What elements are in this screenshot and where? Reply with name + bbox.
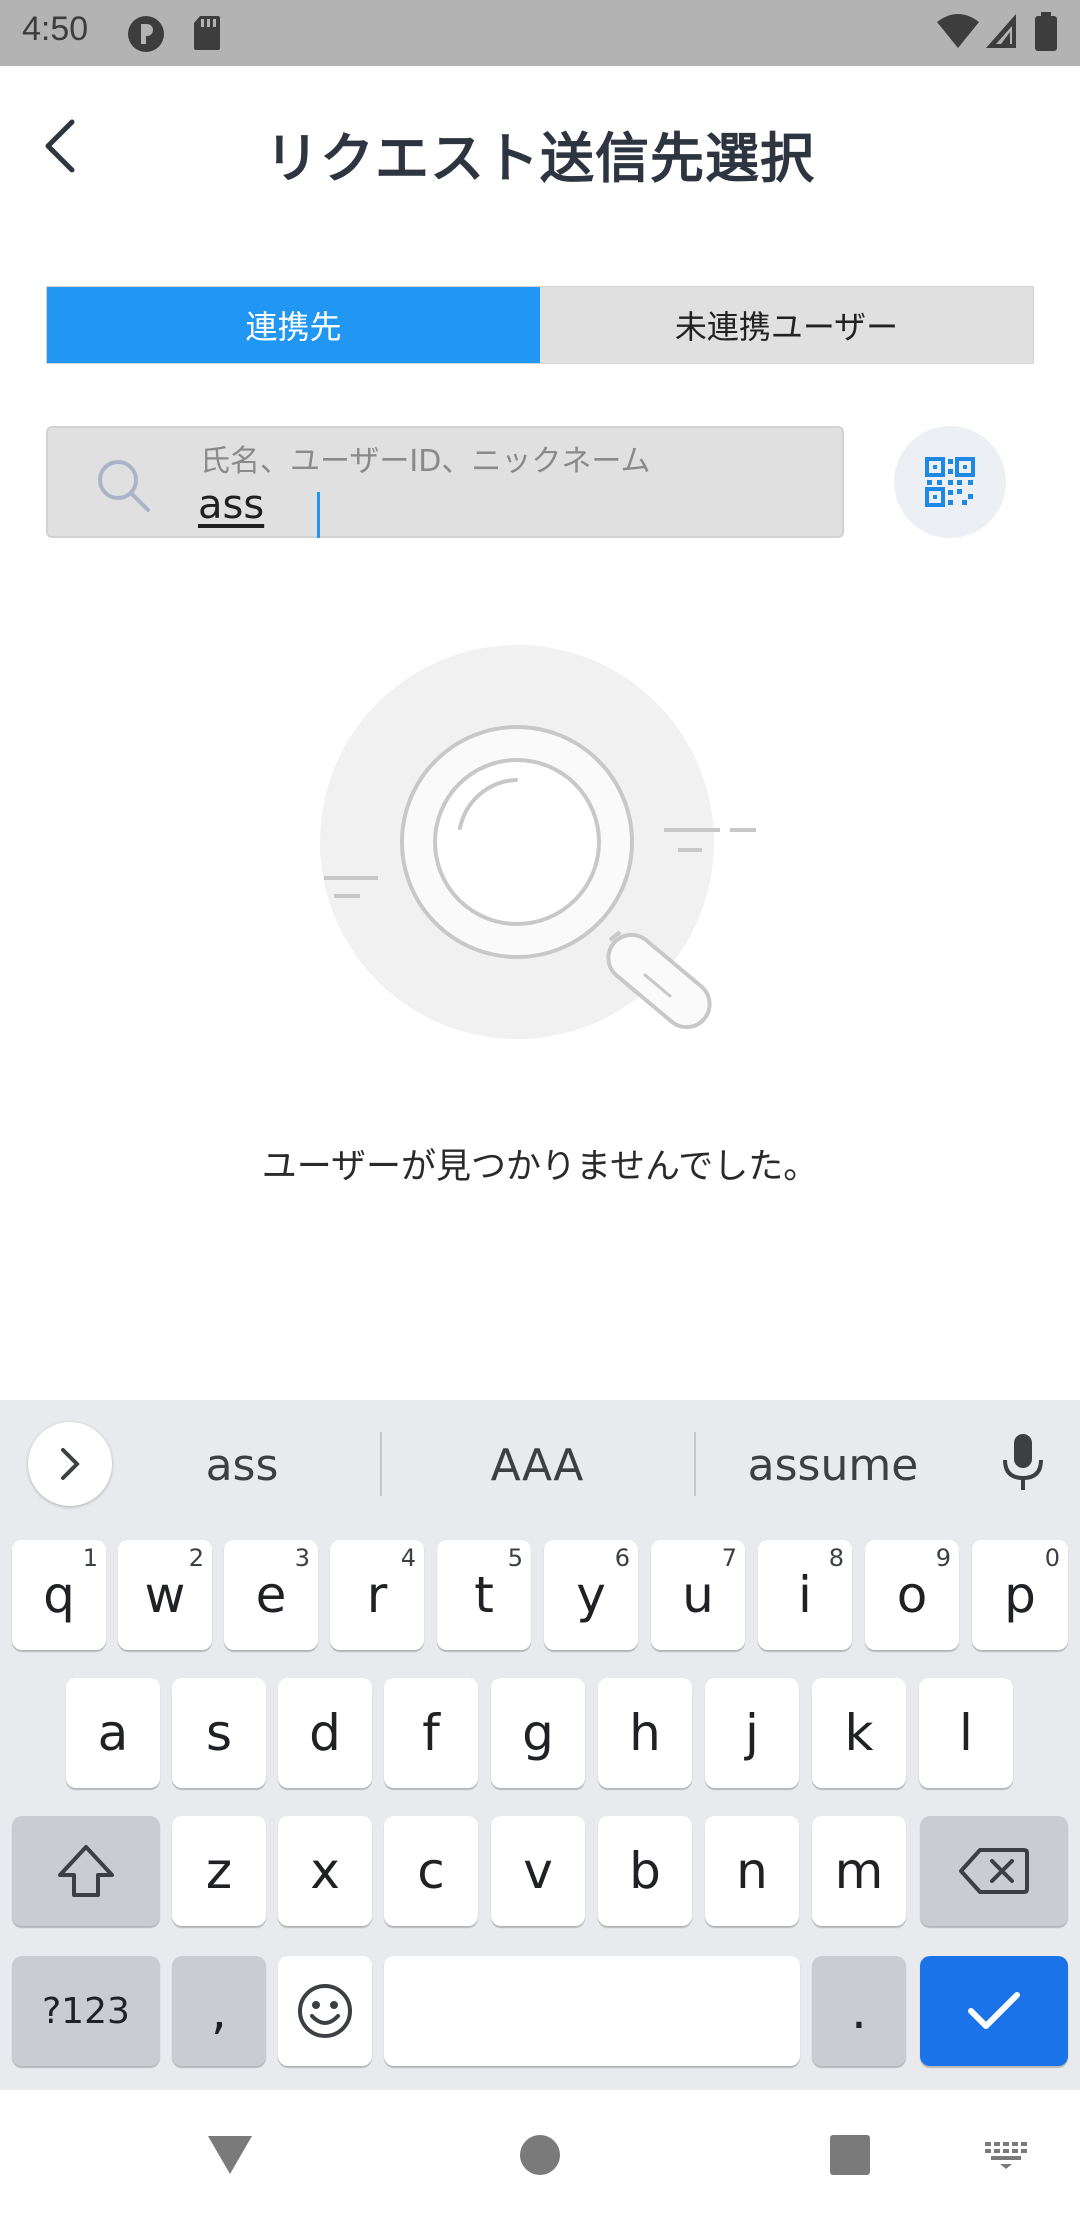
screen: 4:50 リクエスト送信先選択 連携先 未連携ユーザー 氏名、ユーザーID、ニッ… [0,0,1080,2220]
wifi-icon [936,12,980,54]
key-z[interactable]: z [172,1816,266,1926]
page-title: リクエスト送信先選択 [265,127,815,190]
key-q[interactable]: q1 [12,1540,106,1650]
checkmark-icon [968,1992,1020,2029]
key-a[interactable]: a [66,1678,160,1788]
search-placeholder: 氏名、ユーザーID、ニックネーム [200,444,651,479]
search-value[interactable]: ass [198,482,264,528]
space-key[interactable] [384,1956,800,2066]
key-c[interactable]: c [384,1816,478,1926]
key-d[interactable]: d [278,1678,372,1788]
chevron-right-icon [61,1448,80,1480]
key-n[interactable]: n [705,1816,799,1926]
key-t[interactable]: t5 [437,1540,531,1650]
key-i[interactable]: i8 [758,1540,852,1650]
suggestion-1[interactable]: ass [112,1440,372,1491]
cell-signal-icon [984,12,1018,54]
circle-home-icon [520,2135,560,2175]
text-caret [317,492,320,538]
nav-back-button[interactable] [190,2090,270,2220]
key-o[interactable]: o9 [865,1540,959,1650]
key-f[interactable]: f [384,1678,478,1788]
qr-code-icon [925,457,975,507]
shift-key[interactable] [12,1816,160,1926]
key-r[interactable]: r4 [330,1540,424,1650]
status-bar: 4:50 [0,0,1080,66]
suggestion-2[interactable]: AAA [407,1440,667,1491]
comma-key[interactable]: , [172,1956,266,2066]
key-y[interactable]: y6 [544,1540,638,1650]
key-g[interactable]: g [491,1678,585,1788]
segmented-tabs: 連携先 未連携ユーザー [46,286,1034,364]
suggestion-divider [694,1432,696,1496]
search-input[interactable]: 氏名、ユーザーID、ニックネーム ass [46,426,844,538]
key-l[interactable]: l [919,1678,1013,1788]
status-time: 4:50 [22,10,89,48]
no-results-illustration [320,640,770,1060]
key-p[interactable]: p0 [972,1540,1068,1650]
microphone-icon[interactable] [1000,1432,1046,1496]
tab-linked-contacts[interactable]: 連携先 [47,287,540,363]
search-icon [94,456,154,520]
emoji-key[interactable] [278,1956,372,2066]
key-b[interactable]: b [598,1816,692,1926]
backspace-key[interactable] [920,1816,1068,1926]
tab-unlinked-users[interactable]: 未連携ユーザー [540,287,1033,363]
emoji-icon [298,1984,352,2038]
key-u[interactable]: u7 [651,1540,745,1650]
symbols-key[interactable]: ?123 [12,1956,160,2066]
battery-icon [1034,12,1058,56]
soft-keyboard: ass AAA assume q1 w2 e3 r4 t5 y6 u7 i8 o… [0,1400,1080,2090]
suggestion-divider [380,1432,382,1496]
p-badge-icon [126,14,166,58]
shift-icon [58,1845,114,1897]
key-m[interactable]: m [812,1816,906,1926]
header: リクエスト送信先選択 [0,66,1080,226]
key-e[interactable]: e3 [224,1540,318,1650]
suggestion-3[interactable]: assume [703,1440,963,1491]
expand-suggestions-button[interactable] [28,1422,112,1506]
suggestion-bar: ass AAA assume [0,1400,1080,1528]
key-h[interactable]: h [598,1678,692,1788]
done-key[interactable] [920,1956,1068,2066]
qr-code-button[interactable] [894,426,1006,538]
backspace-icon [959,1848,1029,1894]
nav-recents-button[interactable] [810,2090,890,2220]
triangle-back-icon [208,2136,252,2174]
keyboard-icon [985,2142,1027,2169]
key-j[interactable]: j [705,1678,799,1788]
square-recents-icon [830,2135,870,2175]
key-k[interactable]: k [812,1678,906,1788]
empty-state-message: ユーザーが見つかりませんでした。 [261,1147,819,1187]
keyboard-switch-button[interactable] [976,2090,1036,2220]
key-x[interactable]: x [278,1816,372,1926]
key-s[interactable]: s [172,1678,266,1788]
sd-card-icon [192,14,222,56]
period-key[interactable]: . [812,1956,906,2066]
key-v[interactable]: v [491,1816,585,1926]
navigation-bar [0,2090,1080,2220]
key-w[interactable]: w2 [118,1540,212,1650]
nav-home-button[interactable] [500,2090,580,2220]
